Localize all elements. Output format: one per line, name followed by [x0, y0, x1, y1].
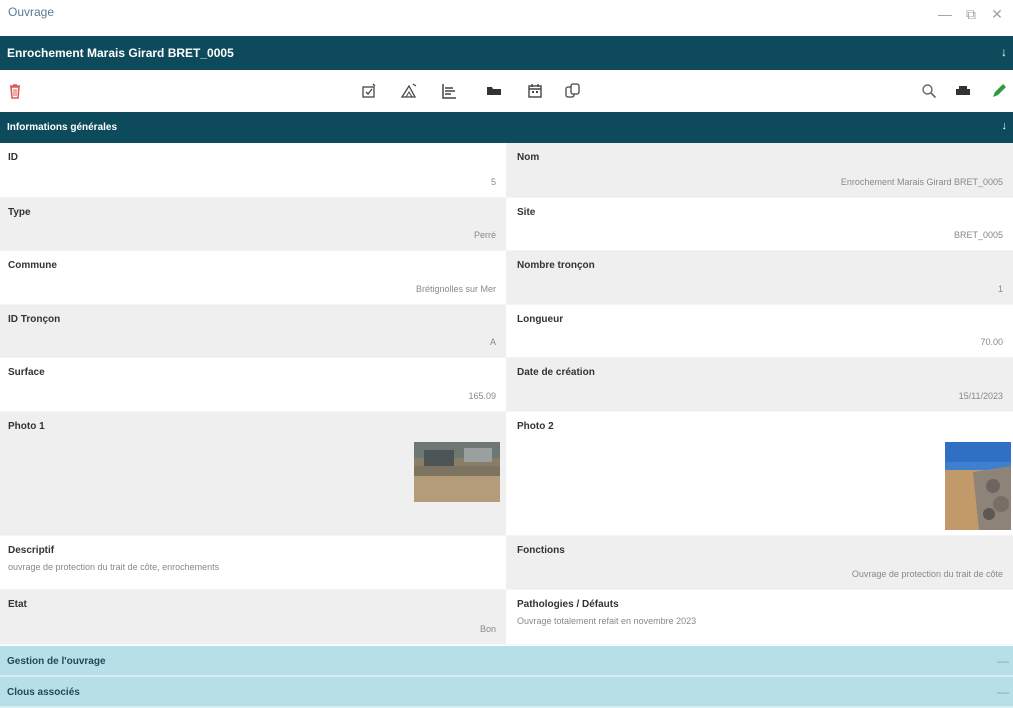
toolbar: [0, 70, 1013, 112]
field-label: Type: [8, 207, 31, 218]
folder-icon[interactable]: [483, 80, 505, 102]
field-label: ID: [8, 152, 18, 163]
fields-grid: ID 5 Nom Enrochement Marais Girard BRET_…: [0, 143, 1013, 645]
section-gestion-ouvrage[interactable]: Gestion de l'ouvrage —: [0, 646, 1013, 677]
section-label: Gestion de l'ouvrage: [7, 656, 106, 667]
field-id-troncon: ID Tronçon A: [0, 305, 506, 358]
field-row: Surface 165.09 Date de création 15/11/20…: [0, 358, 1013, 412]
field-value: 5: [490, 177, 496, 187]
window-title: Ouvrage: [8, 5, 55, 19]
field-value: 15/11/2023: [958, 391, 1003, 401]
window-controls: — ⧉ ✕: [937, 6, 1005, 22]
field-value: 70.00: [980, 337, 1003, 347]
field-value: Ouvrage de protection du trait de côte: [851, 569, 1003, 579]
field-value: Ouvrage totalement refait en novembre 20…: [517, 616, 697, 626]
section-expand-icon[interactable]: —: [997, 654, 1009, 668]
field-value: ouvrage de protection du trait de côte, …: [8, 562, 220, 572]
field-label: Nombre tronçon: [517, 260, 595, 271]
record-title: Enrochement Marais Girard BRET_0005: [7, 46, 234, 60]
section-collapse-icon[interactable]: ↓: [1002, 120, 1008, 132]
edit-form-icon[interactable]: [358, 80, 380, 102]
field-label: Site: [517, 207, 536, 218]
section-informations-generales[interactable]: Informations générales ↓: [0, 112, 1013, 143]
window-titlebar: Ouvrage — ⧉ ✕: [0, 0, 1013, 36]
field-pathologies: Pathologies / Défauts Ouvrage totalement…: [506, 590, 1013, 645]
field-type: Type Perré: [0, 198, 506, 251]
field-value: A: [489, 337, 496, 347]
trash-icon[interactable]: [4, 80, 26, 102]
field-value: Brétignolles sur Mer: [415, 284, 496, 294]
field-label: Pathologies / Défauts: [517, 599, 619, 610]
pencil-icon[interactable]: [988, 80, 1010, 102]
header-collapse-icon[interactable]: ↓: [1001, 45, 1007, 59]
field-label: Photo 1: [8, 421, 45, 432]
copy-icon[interactable]: [562, 80, 584, 102]
field-label: Fonctions: [517, 545, 565, 556]
field-label: Date de création: [517, 367, 595, 378]
field-row: Photo 1 Photo 2: [0, 412, 1013, 536]
field-etat: Etat Bon: [0, 590, 506, 645]
search-icon[interactable]: [918, 80, 940, 102]
restore-icon[interactable]: ⧉: [963, 6, 979, 22]
field-value: 1: [997, 284, 1003, 294]
print-icon[interactable]: [952, 80, 974, 102]
field-nom: Nom Enrochement Marais Girard BRET_0005: [506, 143, 1013, 198]
field-photo1: Photo 1: [0, 412, 506, 536]
calendar-icon[interactable]: [524, 80, 546, 102]
field-value: BRET_0005: [953, 230, 1003, 240]
field-surface: Surface 165.09: [0, 358, 506, 412]
record-header: Enrochement Marais Girard BRET_0005 ↓: [0, 36, 1013, 70]
field-row: ID 5 Nom Enrochement Marais Girard BRET_…: [0, 143, 1013, 198]
field-label: Descriptif: [8, 545, 55, 556]
close-icon[interactable]: ✕: [989, 6, 1005, 22]
field-id: ID 5: [0, 143, 506, 198]
section-label: Clous associés: [7, 687, 80, 698]
measure-icon[interactable]: [398, 80, 420, 102]
section-clous-associes[interactable]: Clous associés —: [0, 677, 1013, 708]
field-label: Commune: [8, 260, 57, 271]
field-commune: Commune Brétignolles sur Mer: [0, 251, 506, 305]
field-label: Surface: [8, 367, 45, 378]
field-site: Site BRET_0005: [506, 198, 1013, 251]
field-row: Etat Bon Pathologies / Défauts Ouvrage t…: [0, 590, 1013, 645]
field-fonctions: Fonctions Ouvrage de protection du trait…: [506, 536, 1013, 590]
section-label: Informations générales: [7, 122, 118, 133]
field-label: Longueur: [517, 314, 564, 325]
photo2-thumbnail[interactable]: [945, 442, 1011, 530]
field-row: Type Perré Site BRET_0005: [0, 198, 1013, 251]
section-expand-icon[interactable]: —: [997, 685, 1009, 699]
field-value: 165.09: [468, 391, 496, 401]
field-value: Enrochement Marais Girard BRET_0005: [840, 177, 1003, 187]
field-photo2: Photo 2: [506, 412, 1013, 536]
minimize-icon[interactable]: —: [937, 6, 953, 22]
field-label: Photo 2: [517, 421, 554, 432]
field-label: Nom: [517, 152, 540, 163]
field-nombre-troncon: Nombre tronçon 1: [506, 251, 1013, 305]
field-label: Etat: [8, 599, 27, 610]
field-value: Perré: [473, 230, 496, 240]
photo1-thumbnail[interactable]: [414, 442, 500, 502]
field-label: ID Tronçon: [8, 314, 61, 325]
field-row: Descriptif ouvrage de protection du trai…: [0, 536, 1013, 590]
field-descriptif: Descriptif ouvrage de protection du trai…: [0, 536, 506, 590]
field-row: ID Tronçon A Longueur 70.00: [0, 305, 1013, 358]
field-row: Commune Brétignolles sur Mer Nombre tron…: [0, 251, 1013, 305]
field-value: Bon: [479, 624, 496, 634]
field-date-creation: Date de création 15/11/2023: [506, 358, 1013, 412]
field-longueur: Longueur 70.00: [506, 305, 1013, 358]
chart-profile-icon[interactable]: [438, 80, 460, 102]
